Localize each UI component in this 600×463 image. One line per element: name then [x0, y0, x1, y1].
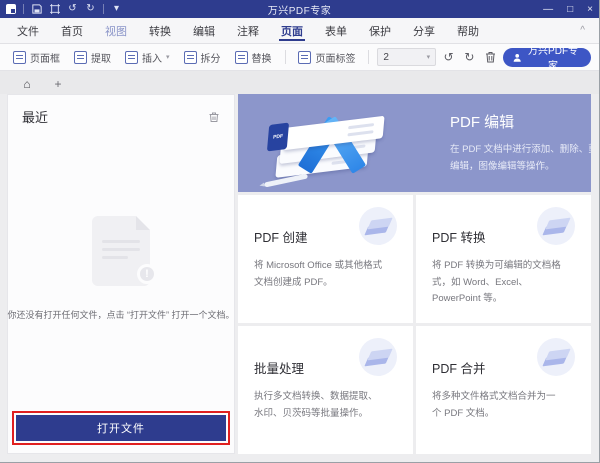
- replace-button[interactable]: 替换: [230, 48, 277, 67]
- menu-protect[interactable]: 保护: [358, 18, 402, 43]
- snapshot-icon[interactable]: [49, 4, 60, 15]
- rotate-right-button[interactable]: ↻: [461, 48, 478, 66]
- page-boxes-icon: [13, 50, 26, 64]
- card-description: 执行多文档转换、数据提取、水印、贝茨码等批量操作。: [254, 391, 378, 419]
- page-labels-button[interactable]: 页面标签: [293, 48, 360, 67]
- merge-icon: [537, 338, 575, 376]
- maximize-button[interactable]: □: [567, 4, 573, 15]
- new-tab-button[interactable]: +: [48, 74, 68, 94]
- undo-icon[interactable]: ↺: [67, 4, 78, 15]
- pdf-stack-illustration: PDF: [238, 94, 438, 192]
- menu-edit[interactable]: 编辑: [182, 18, 226, 43]
- divider: [103, 4, 104, 14]
- menu-view[interactable]: 视图: [94, 18, 138, 43]
- tab-home[interactable]: ⌂: [8, 74, 46, 94]
- annotation-highlight: 打开文件: [12, 411, 230, 445]
- delete-page-button[interactable]: [482, 48, 499, 66]
- empty-document-icon: !: [92, 216, 157, 286]
- card-description: 将 PDF 转换为可编辑的文档格式，如 Word、Excel、PowerPoin…: [432, 260, 561, 305]
- menu-page[interactable]: 页面: [270, 18, 314, 43]
- divider: [284, 50, 286, 64]
- app-logo-icon: [6, 4, 16, 14]
- window-title: 万兴PDF专家: [267, 5, 332, 17]
- menu-convert[interactable]: 转换: [138, 18, 182, 43]
- app-window: ↺ ↻ ▾ 万兴PDF专家 — □ × 文件 首页 视图 转换 编辑 注释 页面…: [0, 0, 600, 463]
- redo-icon[interactable]: ↻: [85, 4, 96, 15]
- save-icon[interactable]: [31, 4, 42, 15]
- page-boxes-button[interactable]: 页面框: [8, 48, 65, 67]
- user-icon: [513, 53, 521, 62]
- customize-toolbar-chevron-icon[interactable]: ▾: [111, 4, 122, 15]
- close-button[interactable]: ×: [587, 4, 593, 15]
- trash-icon: [209, 112, 219, 122]
- account-button[interactable]: 万兴PDF专家: [502, 46, 591, 72]
- convert-icon: [537, 207, 575, 245]
- page-labels-icon: [298, 50, 312, 64]
- exclamation-badge-icon: !: [137, 264, 157, 284]
- divider: [23, 4, 24, 14]
- main-content: 最近 ! 你还没有打开任何文件，点击 “打开文件” 打开一个文档。 打开文件 P…: [0, 94, 599, 462]
- chevron-down-icon: ▾: [426, 54, 431, 61]
- menu-help[interactable]: 帮助: [446, 18, 490, 43]
- recent-panel: 最近 ! 你还没有打开任何文件，点击 “打开文件” 打开一个文档。 打开文件: [7, 94, 235, 454]
- page-number-select[interactable]: 2 ▾: [377, 48, 437, 66]
- clear-recent-button[interactable]: [208, 111, 220, 123]
- menu-comment[interactable]: 注释: [226, 18, 270, 43]
- split-button[interactable]: 拆分: [179, 48, 226, 67]
- trash-icon: [485, 52, 495, 63]
- tab-strip: ⌂ +: [0, 71, 599, 94]
- empty-state-text: 你还没有打开任何文件，点击 “打开文件” 打开一个文档。: [7, 310, 235, 320]
- rotate-left-button[interactable]: ↺: [440, 48, 457, 66]
- feature-cards: PDF 创建 将 Microsoft Office 或其他格式文档创建成 PDF…: [238, 195, 591, 454]
- card-batch-process[interactable]: 批量处理 执行多文档转换、数据提取、水印、贝茨码等批量操作。: [238, 326, 413, 454]
- open-file-button[interactable]: 打开文件: [16, 415, 226, 441]
- chevron-down-icon: ▾: [166, 54, 170, 61]
- card-pdf-create[interactable]: PDF 创建 将 Microsoft Office 或其他格式文档创建成 PDF…: [238, 195, 413, 323]
- banner-description: 在 PDF 文档中进行添加、删除、剪切、复制、粘贴、文本编辑，图像编辑等操作。: [450, 144, 591, 172]
- card-description: 将多种文件格式文档合并为一个 PDF 文档。: [432, 391, 556, 419]
- minimize-button[interactable]: —: [543, 4, 553, 15]
- recent-panel-title: 最近: [22, 110, 49, 125]
- replace-icon: [234, 50, 248, 64]
- menu-form[interactable]: 表单: [314, 18, 358, 43]
- extract-button[interactable]: 提取: [69, 48, 116, 67]
- titlebar: ↺ ↻ ▾ 万兴PDF专家 — □ ×: [0, 0, 599, 18]
- collapse-ribbon-icon[interactable]: ^: [572, 25, 593, 36]
- menu-file[interactable]: 文件: [6, 18, 50, 43]
- split-icon: [183, 50, 197, 64]
- divider: [368, 50, 370, 64]
- feature-panel: PDF PDF 编辑 在 PDF 文档中进行添加、删除、剪切、复制、粘贴、文本编…: [238, 94, 591, 454]
- pdf-edit-banner[interactable]: PDF PDF 编辑 在 PDF 文档中进行添加、删除、剪切、复制、粘贴、文本编…: [238, 94, 591, 192]
- card-pdf-merge[interactable]: PDF 合并 将多种文件格式文档合并为一个 PDF 文档。: [416, 326, 591, 454]
- create-icon: [359, 207, 397, 245]
- empty-state: ! 你还没有打开任何文件，点击 “打开文件” 打开一个文档。: [7, 132, 235, 405]
- pdf-badge: PDF: [266, 122, 290, 152]
- insert-icon: [125, 50, 138, 64]
- toolbar: 页面框 提取 插入 ▾ 拆分 替换 页面标签 2 ▾ ↺ ↻ 万兴PDF专家: [0, 44, 599, 72]
- banner-title: PDF 编辑: [450, 114, 515, 132]
- home-icon: ⌂: [23, 77, 31, 91]
- menu-share[interactable]: 分享: [402, 18, 446, 43]
- menu-home[interactable]: 首页: [50, 18, 94, 43]
- insert-button[interactable]: 插入 ▾: [120, 48, 175, 67]
- menubar: 文件 首页 视图 转换 编辑 注释 页面 表单 保护 分享 帮助 ^: [0, 18, 599, 44]
- card-description: 将 Microsoft Office 或其他格式文档创建成 PDF。: [254, 260, 383, 288]
- card-pdf-convert[interactable]: PDF 转换 将 PDF 转换为可编辑的文档格式，如 Word、Excel、Po…: [416, 195, 591, 323]
- extract-icon: [74, 50, 87, 64]
- batch-icon: [359, 338, 397, 376]
